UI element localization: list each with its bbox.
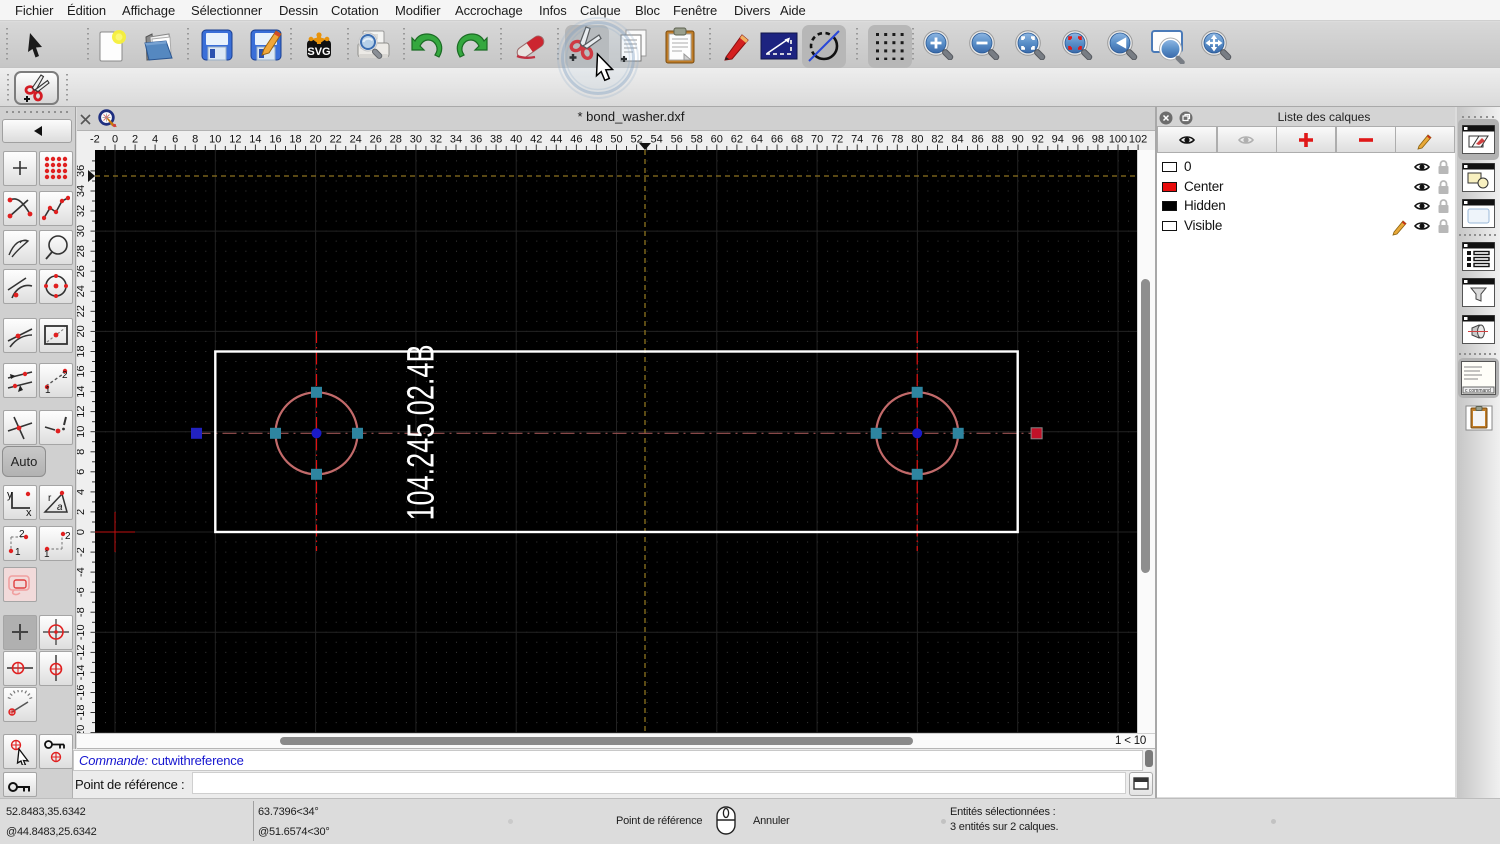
svg-text:24: 24 (350, 134, 362, 146)
svg-text:44: 44 (550, 134, 562, 146)
svg-text:76: 76 (871, 134, 883, 146)
svg-text:12: 12 (229, 134, 241, 146)
svg-text:82: 82 (931, 134, 943, 146)
svg-text:56: 56 (671, 134, 683, 146)
svg-text:8: 8 (77, 449, 87, 455)
svg-text:-8: -8 (77, 607, 87, 617)
svg-text:8: 8 (192, 134, 198, 146)
svg-text:94: 94 (1052, 134, 1064, 146)
svg-text:y: y (7, 489, 13, 501)
svg-text:98: 98 (1092, 134, 1104, 146)
svg-text:20: 20 (309, 134, 321, 146)
svg-text:30: 30 (410, 134, 422, 146)
svg-text:-12: -12 (77, 644, 87, 660)
svg-text:58: 58 (691, 134, 703, 146)
svg-text:-6: -6 (77, 587, 87, 597)
svg-text:18: 18 (289, 134, 301, 146)
svg-text:68: 68 (791, 134, 803, 146)
svg-text:102: 102 (1129, 134, 1147, 146)
svg-text:r: r (48, 493, 52, 504)
svg-text:22: 22 (77, 305, 87, 317)
svg-text:0: 0 (112, 134, 118, 146)
svg-text:14: 14 (77, 385, 87, 397)
svg-text:34: 34 (77, 185, 87, 197)
svg-text:46: 46 (570, 134, 582, 146)
svg-text:14: 14 (249, 134, 261, 146)
svg-text:32: 32 (77, 205, 87, 217)
svg-text:-2: -2 (77, 547, 87, 557)
svg-text:104.245.02.4B: 104.245.02.4B (401, 345, 443, 521)
svg-text:-4: -4 (77, 567, 87, 577)
svg-text:28: 28 (390, 134, 402, 146)
svg-text:4: 4 (152, 134, 158, 146)
svg-text:72: 72 (831, 134, 843, 146)
svg-text:48: 48 (590, 134, 602, 146)
svg-text:c command: c command (1465, 388, 1491, 394)
svg-text:60: 60 (711, 134, 723, 146)
svg-text:2: 2 (65, 531, 70, 542)
svg-text:18: 18 (77, 345, 87, 357)
svg-text:26: 26 (77, 265, 87, 277)
svg-text:x: x (26, 507, 32, 516)
svg-text:-2: -2 (90, 134, 100, 146)
svg-text:20: 20 (77, 325, 87, 337)
svg-text:2: 2 (132, 134, 138, 146)
svg-text:30: 30 (77, 225, 87, 237)
svg-text:84: 84 (951, 134, 963, 146)
svg-text:32: 32 (430, 134, 442, 146)
svg-text:10: 10 (209, 134, 221, 146)
svg-text:42: 42 (530, 134, 542, 146)
svg-text:28: 28 (77, 245, 87, 257)
svg-text:1: 1 (44, 549, 50, 557)
svg-text:6: 6 (172, 134, 178, 146)
svg-text:0: 0 (77, 529, 87, 535)
svg-text:66: 66 (771, 134, 783, 146)
svg-text:62: 62 (731, 134, 743, 146)
svg-text:36: 36 (470, 134, 482, 146)
svg-text:74: 74 (851, 134, 863, 146)
svg-text:64: 64 (751, 134, 763, 146)
svg-text:40: 40 (510, 134, 522, 146)
svg-text:36: 36 (77, 165, 87, 177)
svg-text:96: 96 (1072, 134, 1084, 146)
svg-text:2: 2 (19, 529, 25, 540)
svg-text:70: 70 (811, 134, 823, 146)
svg-text:-16: -16 (77, 685, 87, 701)
svg-text:-10: -10 (77, 624, 87, 640)
svg-text:88: 88 (991, 134, 1003, 146)
svg-text:4: 4 (77, 489, 87, 495)
svg-text:26: 26 (370, 134, 382, 146)
svg-text:1: 1 (15, 547, 21, 557)
svg-text:12: 12 (77, 405, 87, 417)
svg-text:50: 50 (610, 134, 622, 146)
svg-text:2: 2 (77, 509, 87, 515)
svg-text:1: 1 (45, 385, 51, 394)
svg-text:22: 22 (330, 134, 342, 146)
svg-text:a: a (57, 502, 63, 513)
svg-text:6: 6 (77, 469, 87, 475)
svg-text:SVG: SVG (307, 46, 330, 58)
svg-text:24: 24 (77, 285, 87, 297)
svg-text:-18: -18 (77, 705, 87, 721)
svg-text:2: 2 (62, 370, 68, 381)
svg-text:34: 34 (450, 134, 462, 146)
svg-text:86: 86 (971, 134, 983, 146)
svg-text:10: 10 (77, 426, 87, 438)
svg-text:-20: -20 (77, 725, 87, 733)
svg-text:38: 38 (490, 134, 502, 146)
svg-text:90: 90 (1012, 134, 1024, 146)
svg-text:-14: -14 (77, 664, 87, 680)
svg-text:100: 100 (1109, 134, 1127, 146)
svg-text:80: 80 (911, 134, 923, 146)
svg-text:16: 16 (77, 365, 87, 377)
svg-text:54: 54 (650, 134, 662, 146)
svg-text:16: 16 (269, 134, 281, 146)
svg-text:92: 92 (1032, 134, 1044, 146)
svg-text:78: 78 (891, 134, 903, 146)
